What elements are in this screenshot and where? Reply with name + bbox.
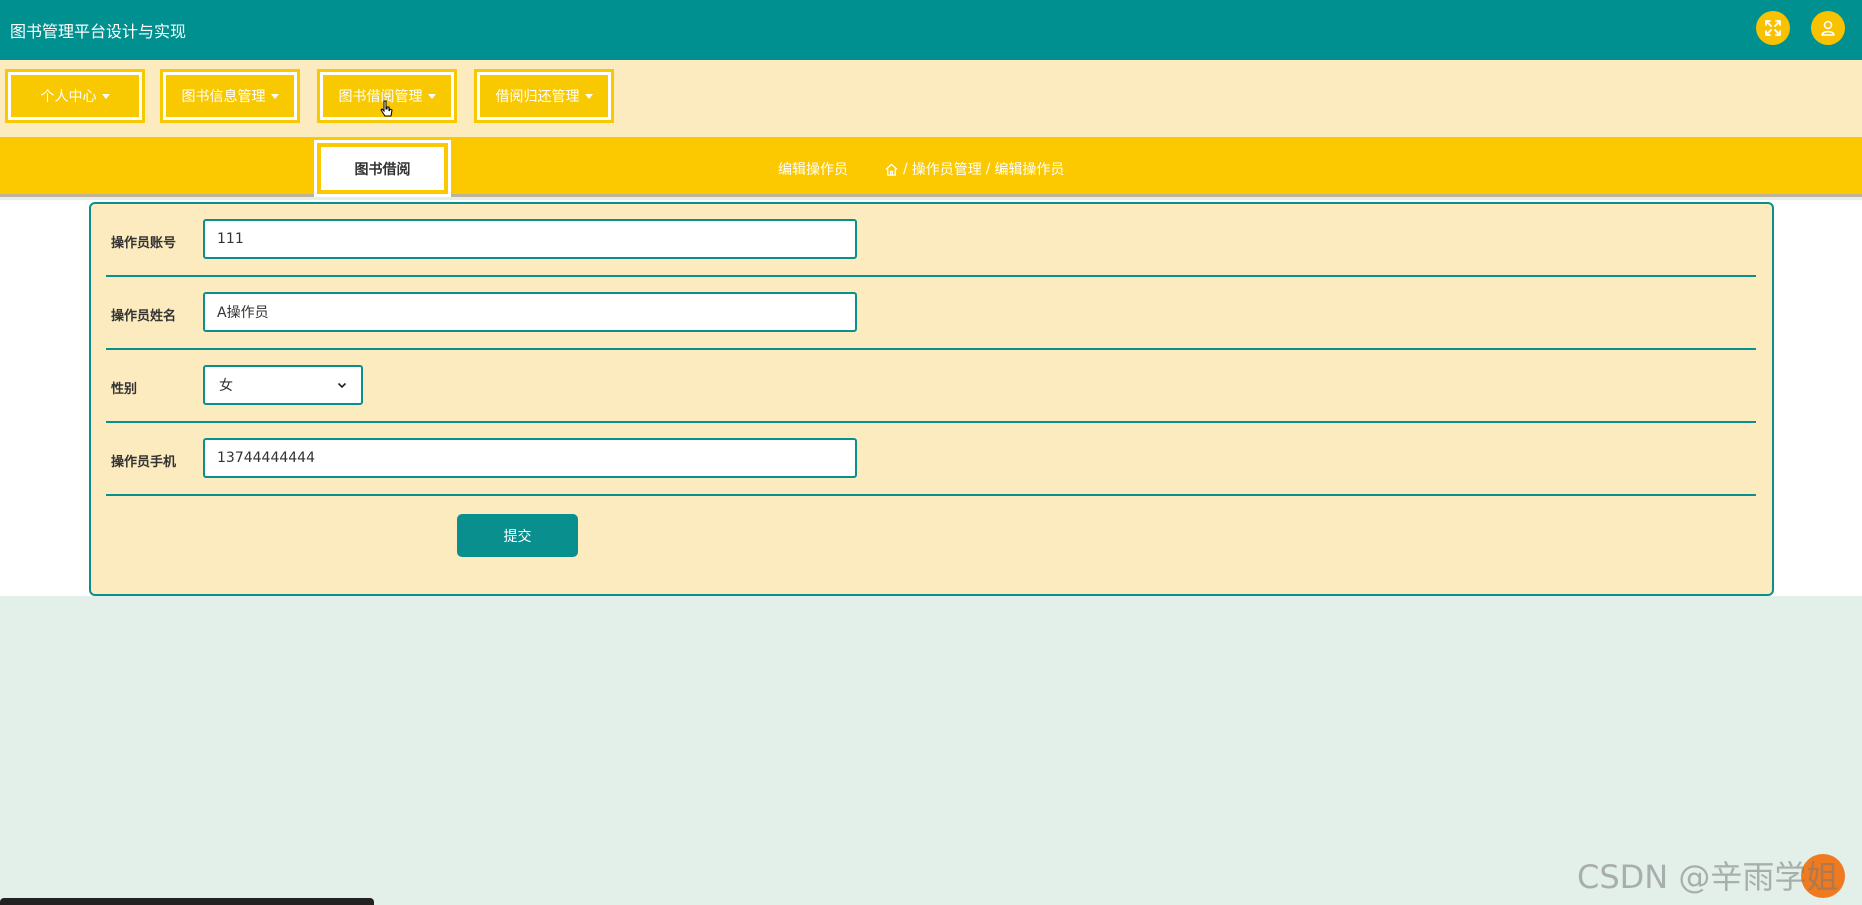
top-header: 图书管理平台设计与实现 — [0, 0, 1862, 60]
form-row-name: 操作员姓名 — [106, 277, 1756, 350]
phone-input[interactable] — [203, 438, 857, 478]
status-strip — [0, 898, 374, 905]
gender-label: 性别 — [111, 382, 138, 397]
name-label: 操作员姓名 — [111, 309, 177, 324]
user-icon — [1821, 20, 1835, 36]
menu-book-info[interactable]: 图书信息管理 — [160, 69, 300, 123]
caret-down-icon — [101, 93, 110, 99]
fullscreen-button[interactable] — [1756, 11, 1790, 45]
menu-borrow-return[interactable]: 借阅归还管理 — [474, 69, 614, 123]
gender-selected-value: 女 — [219, 378, 233, 394]
chevron-down-icon — [337, 382, 347, 389]
dropdown-item-book-borrow[interactable]: 图书借阅 — [314, 140, 451, 197]
breadcrumb-bar: 编辑操作员 / 操作员管理 / 编辑操作员 — [0, 137, 1862, 197]
edit-operator-form: 操作员账号 操作员姓名 性别 女 操作员手机 提交 — [89, 202, 1774, 596]
app-title: 图书管理平台设计与实现 — [10, 22, 187, 41]
menu-label: 图书信息管理 — [181, 89, 266, 105]
mouse-cursor-icon — [380, 100, 393, 117]
form-row-gender: 性别 女 — [106, 350, 1756, 423]
phone-label: 操作员手机 — [111, 455, 177, 470]
menu-label: 个人中心 — [40, 89, 97, 105]
form-row-phone: 操作员手机 — [106, 423, 1756, 496]
menu-label: 借阅归还管理 — [495, 89, 580, 105]
breadcrumb: / 操作员管理 / 编辑操作员 — [884, 159, 1064, 179]
breadcrumb-separator: / — [903, 161, 908, 177]
caret-down-icon — [584, 93, 593, 99]
gender-select[interactable]: 女 — [203, 365, 363, 405]
breadcrumb-item-edit-operator: 编辑操作员 — [994, 162, 1065, 178]
fullscreen-icon — [1765, 20, 1781, 36]
account-input[interactable] — [203, 219, 857, 259]
submit-button[interactable]: 提交 — [457, 514, 578, 557]
account-label: 操作员账号 — [111, 236, 177, 251]
breadcrumb-separator: / — [985, 161, 991, 177]
form-row-account: 操作员账号 — [106, 204, 1756, 277]
menu-personal-center[interactable]: 个人中心 — [5, 69, 145, 123]
watermark: CSDN @辛雨学姐 — [1577, 858, 1839, 896]
user-button[interactable] — [1811, 11, 1845, 45]
caret-down-icon — [270, 93, 279, 99]
name-input[interactable] — [203, 292, 857, 332]
home-icon[interactable] — [884, 162, 899, 177]
breadcrumb-item-operator-management[interactable]: 操作员管理 — [912, 159, 982, 179]
main-menu: 个人中心 图书信息管理 图书借阅管理 借阅归还管理 — [0, 60, 1862, 137]
page-title: 编辑操作员 — [778, 162, 848, 178]
caret-down-icon — [427, 93, 436, 99]
